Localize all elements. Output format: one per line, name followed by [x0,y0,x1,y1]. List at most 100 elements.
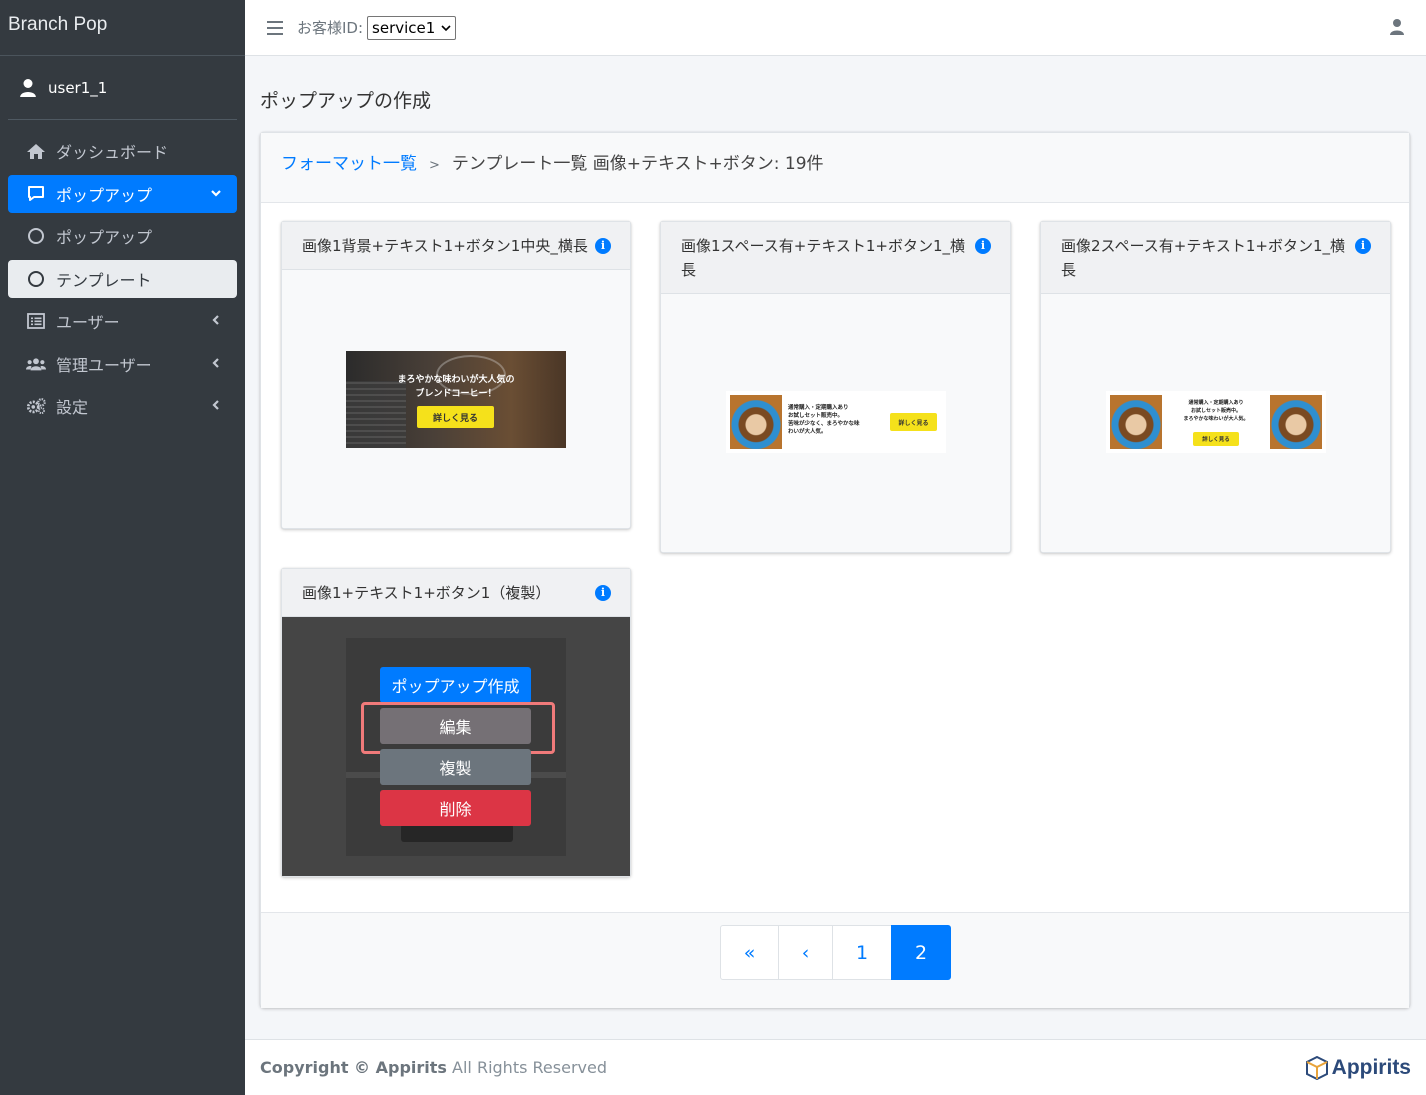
template-title: 画像1スペース有+テキスト1+ボタン1_横長 [681,237,966,279]
pagination: « ‹ 1 2 [720,925,951,980]
user-name: user1_1 [48,78,108,97]
sidebar-item-label: テンプレート [56,270,152,290]
info-icon[interactable]: i [595,585,611,601]
template-preview: 通常購入・定期購入あり お試しセット販売中。 苦味が少なく、まろやかな味 わいが… [726,391,946,453]
sidebar-item-dashboard[interactable]: ダッシュボード [8,132,237,170]
preview-line: お試しセット販売中。 [1190,408,1241,414]
page-title: ポップアップの作成 [260,90,432,112]
home-icon [26,142,46,160]
pagination-page-1[interactable]: 1 [832,925,892,980]
info-icon[interactable]: i [595,238,611,254]
coffee-image [730,395,782,449]
chevron-left-icon [212,315,219,325]
template-card-header: 画像2スペース有+テキスト1+ボタン1_横長 i [1041,222,1390,294]
footer: Copyright © Appirits All Rights Reserved… [245,1039,1426,1095]
gears-icon [26,397,46,415]
sidebar-item-label: 管理ユーザー [56,355,152,375]
pagination-page-2[interactable]: 2 [891,925,951,980]
sidebar-item-admin-users[interactable]: 管理ユーザー [8,345,237,383]
sidebar-item-label: ユーザー [56,313,120,332]
chevron-left-icon [212,400,219,410]
cube-icon [1305,1056,1328,1080]
menu-icon[interactable] [267,20,283,35]
appirits-logo: Appirits [1305,1056,1411,1080]
list-icon [26,312,46,330]
logo-text: Appirits [1331,1056,1411,1079]
coffee-image [1270,395,1322,449]
customer-id-select[interactable]: service1 [367,15,457,40]
template-card[interactable]: 画像1+テキスト1+ボタン1（複製） i ポップアップ作成 編集 複製 削除 [281,568,631,877]
preview-button [401,824,513,842]
duplicate-button[interactable]: 複製 [380,749,531,785]
footer-company[interactable]: Appirits [376,1058,447,1077]
customer-id-label: お客様ID: [297,19,364,37]
create-popup-button[interactable]: ポップアップ作成 [380,667,531,703]
preview-line: 通常購入・定期購入あり [1188,400,1244,406]
card-footer: « ‹ 1 2 [261,912,1409,1008]
sidebar-nav: ダッシュボード ポップアップ ポップアップ テンプレート ユーザー 管理ユーザー [0,120,245,442]
preview-line: ブレンドコーヒー！ [415,389,497,399]
template-list-card: フォーマット一覧 > テンプレート一覧 画像+テキスト+ボタン: 19件 画像1… [260,132,1410,1008]
preview-text: まろやかな味わいが大人気の ブレンドコーヒー！ [346,373,566,401]
template-card[interactable]: 画像2スペース有+テキスト1+ボタン1_横長 i 通常購入・定期購入あり お試し… [1040,221,1391,553]
info-icon[interactable]: i [1355,238,1371,254]
pagination-prev[interactable]: ‹ [778,925,833,980]
user-menu-icon[interactable] [1390,19,1404,35]
circle-icon [28,270,44,287]
sidebar-item-label: ポップアップ [56,228,153,247]
brand-link[interactable]: Branch Pop [0,0,245,56]
chevron-down-icon [441,24,451,31]
customer-id-value: service1 [372,18,436,37]
chevron-left-icon [212,357,219,368]
sidebar-subitem-template[interactable]: テンプレート [8,259,237,298]
template-card[interactable]: 画像1背景+テキスト1+ボタン1中央_横長 i まろやかな味わいが大人気の ブレ… [281,221,631,529]
chevron-down-icon [211,189,221,197]
breadcrumb-format-list-link[interactable]: フォーマット一覧 [281,149,417,174]
template-title: 画像1+テキスト1+ボタン1（複製） [302,584,551,602]
edit-highlight [361,702,555,754]
preview-line: 通常購入・定期購入あり [788,405,849,411]
user-panel[interactable]: user1_1 [8,56,237,120]
sidebar-subitem-popup[interactable]: ポップアップ [8,217,237,255]
preview-button: 詳しく見る [890,413,937,431]
sidebar: Branch Pop user1_1 ダッシュボード ポップアップ ポップアップ… [0,0,245,1095]
footer-suffix: All Rights Reserved [446,1058,607,1077]
footer-prefix: Copyright © [260,1058,376,1077]
sidebar-item-users[interactable]: ユーザー [8,302,237,340]
circle-icon [28,228,44,244]
sidebar-item-label: ポップアップ [56,185,153,205]
preview-button: 詳しく見る [1193,432,1239,446]
template-title: 画像2スペース有+テキスト1+ボタン1_横長 [1061,237,1346,279]
info-icon[interactable]: i [975,238,991,254]
template-card-header: 画像1背景+テキスト1+ボタン1中央_横長 i [282,222,630,270]
template-card-header: 画像1スペース有+テキスト1+ボタン1_横長 i [661,222,1010,294]
top-navbar: お客様ID: service1 [245,0,1426,56]
template-preview: 通常購入・定期購入あり お試しセット販売中。 まろやかな味わいが大人気。 詳しく… [1106,391,1326,453]
preview-line: わいが大人気。 [788,429,827,435]
brand-text: Branch Pop [8,14,108,35]
sidebar-item-label: 設定 [56,398,89,417]
preview-line: お試しセット販売中。 [788,413,844,419]
user-icon [20,78,36,97]
template-title: 画像1背景+テキスト1+ボタン1中央_横長 [302,237,588,255]
template-card-header: 画像1+テキスト1+ボタン1（複製） i [282,569,630,617]
preview-text: 通常購入・定期購入あり お試しセット販売中。 苦味が少なく、まろやかな味 わいが… [788,404,888,436]
breadcrumb-separator: > [429,158,440,173]
preview-line: 苦味が少なく、まろやかな味 [788,421,860,427]
preview-button: 詳しく見る [417,406,494,428]
preview-line: まろやかな味わいが大人気の [397,375,515,385]
template-preview: まろやかな味わいが大人気の ブレンドコーヒー！ 詳しく見る [346,351,566,448]
sidebar-item-popup[interactable]: ポップアップ [8,174,237,213]
delete-button[interactable]: 削除 [380,790,531,826]
users-icon [26,355,46,373]
preview-text: 通常購入・定期購入あり お試しセット販売中。 まろやかな味わいが大人気。 [1166,399,1266,423]
template-action-overlay: ポップアップ作成 編集 複製 削除 [282,617,630,876]
pagination-first[interactable]: « [720,925,779,980]
popup-icon [26,185,46,203]
template-card[interactable]: 画像1スペース有+テキスト1+ボタン1_横長 i 通常購入・定期購入あり お試し… [660,221,1011,553]
preview-line: まろやかな味わいが大人気。 [1183,416,1249,422]
breadcrumb: フォーマット一覧 > テンプレート一覧 画像+テキスト+ボタン: 19件 [261,133,1409,203]
coffee-image [1110,395,1162,449]
sidebar-item-settings[interactable]: 設定 [8,387,237,425]
sidebar-item-label: ダッシュボード [56,143,169,162]
